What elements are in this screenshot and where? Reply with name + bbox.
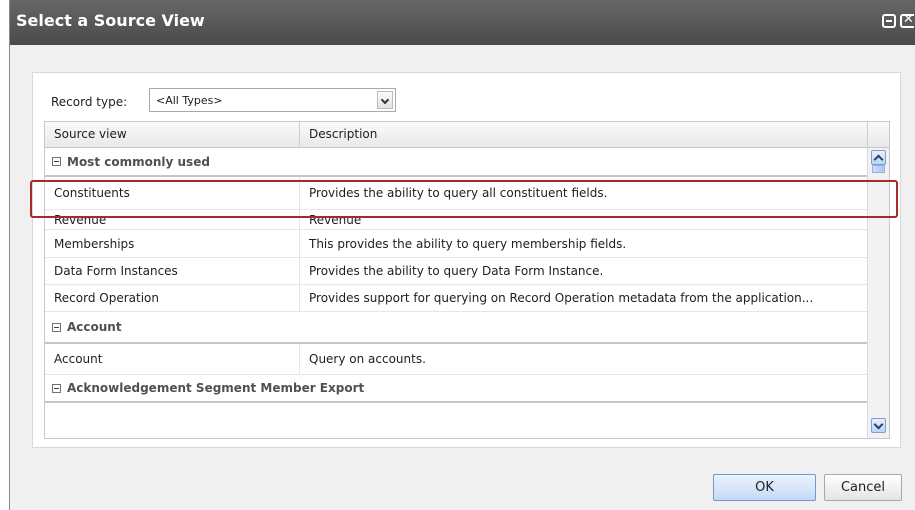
grid-header: Source view Description	[45, 122, 867, 148]
minimize-icon[interactable]	[882, 14, 896, 28]
group-header-most-commonly-used[interactable]: Most commonly used	[45, 148, 867, 177]
group-label: Acknowledgement Segment Member Export	[67, 381, 365, 395]
table-row[interactable]: Account Query on accounts.	[45, 344, 867, 375]
record-type-value: <All Types>	[156, 94, 223, 107]
grid-header-corner	[867, 122, 889, 148]
description-cell: Query on accounts.	[309, 352, 426, 366]
scrollbar-thumb[interactable]	[872, 165, 885, 173]
description-cell: Provides the ability to query Data Form …	[309, 264, 604, 278]
table-row[interactable]: Revenue Revenue	[45, 210, 867, 230]
group-header-account[interactable]: Account	[45, 312, 867, 344]
description-cell: Provides support for querying on Record …	[309, 291, 814, 305]
column-header-description[interactable]: Description	[300, 122, 867, 147]
group-label: Account	[67, 320, 122, 334]
content-panel: Record type: <All Types> Source view Des…	[32, 72, 901, 448]
cancel-button[interactable]: Cancel	[824, 474, 902, 501]
collapse-icon[interactable]	[52, 322, 61, 332]
source-view-cell: Account	[45, 344, 300, 374]
record-type-label: Record type:	[51, 95, 128, 109]
source-view-grid: Source view Description Most commonly us…	[44, 121, 890, 439]
collapse-icon[interactable]	[52, 157, 61, 166]
column-header-source-view[interactable]: Source view	[45, 122, 300, 147]
dialog-titlebar[interactable]: Select a Source View ✕	[10, 0, 915, 45]
table-row[interactable]: Record Operation Provides support for qu…	[45, 285, 867, 312]
source-view-cell: Constituents	[45, 177, 300, 209]
source-view-cell: Record Operation	[45, 285, 300, 311]
chevron-down-icon[interactable]	[377, 91, 393, 109]
description-cell: This provides the ability to query membe…	[309, 236, 627, 251]
ok-button[interactable]: OK	[713, 474, 816, 501]
scroll-down-icon[interactable]	[871, 418, 886, 433]
source-view-cell: Memberships	[45, 230, 300, 257]
source-view-cell: Revenue	[45, 210, 300, 229]
table-row[interactable]: Memberships This provides the ability to…	[45, 230, 867, 258]
description-cell: Provides the ability to query all consti…	[309, 186, 608, 200]
table-row[interactable]: Constituents Provides the ability to que…	[45, 177, 867, 210]
description-cell: Revenue	[309, 212, 362, 227]
group-header-acknowledgement-segment-member-export[interactable]: Acknowledgement Segment Member Export	[45, 375, 867, 403]
vertical-scrollbar[interactable]	[867, 148, 889, 438]
record-type-select[interactable]: <All Types>	[149, 88, 396, 112]
table-row[interactable]: Data Form Instances Provides the ability…	[45, 258, 867, 285]
close-icon[interactable]: ✕	[900, 12, 914, 28]
group-label: Most commonly used	[67, 154, 210, 169]
collapse-icon[interactable]	[52, 383, 61, 393]
source-view-cell: Data Form Instances	[45, 258, 300, 284]
scroll-up-icon[interactable]	[871, 150, 886, 165]
dialog-title: Select a Source View	[16, 11, 205, 30]
select-source-view-dialog: Select a Source View ✕ Record type: <All…	[9, 0, 915, 510]
